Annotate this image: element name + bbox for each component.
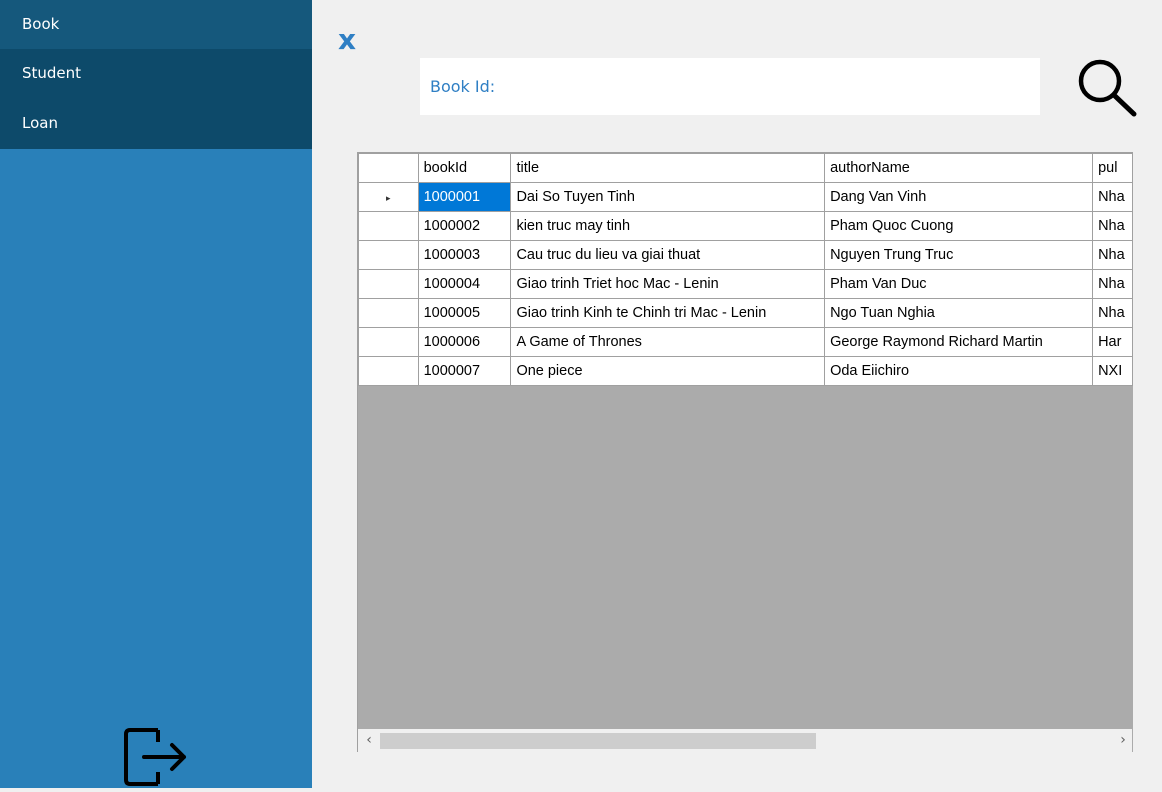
table-cell-title[interactable]: kien truc may tinh	[510, 211, 826, 241]
book-id-input[interactable]	[516, 68, 1030, 106]
books-data-grid[interactable]: bookId title authorName pul ▸ 1000001 Da…	[357, 152, 1133, 752]
table-cell-publisher[interactable]: Har	[1092, 327, 1133, 357]
table-cell-author[interactable]: George Raymond Richard Martin	[824, 327, 1094, 357]
table-row[interactable]: 1000007 One piece Oda Eiichiro NXI	[358, 356, 1133, 386]
logout-icon	[124, 728, 186, 786]
column-header[interactable]: pul	[1092, 153, 1133, 183]
books-table: bookId title authorName pul ▸ 1000001 Da…	[358, 153, 1133, 386]
current-row-icon: ▸	[386, 193, 391, 203]
table-row[interactable]: 1000005 Giao trinh Kinh te Chinh tri Mac…	[358, 298, 1133, 328]
row-header[interactable]	[358, 327, 419, 357]
table-cell-publisher[interactable]: NXI	[1092, 356, 1133, 386]
search-button[interactable]	[1074, 56, 1140, 118]
row-header[interactable]	[358, 269, 419, 299]
close-button[interactable]: x	[338, 20, 356, 60]
scroll-right-icon[interactable]: ›	[1116, 732, 1130, 749]
column-header[interactable]: bookId	[417, 153, 512, 183]
table-cell-author[interactable]: Pham Quoc Cuong	[824, 211, 1094, 241]
row-header-corner[interactable]	[358, 153, 419, 183]
table-cell-bookid[interactable]: 1000003	[417, 240, 512, 270]
sidebar-item-loan[interactable]: Loan	[0, 99, 312, 149]
table-cell-publisher[interactable]: Nha	[1092, 269, 1133, 299]
sidebar: Book Student Loan	[0, 0, 312, 788]
table-cell-author[interactable]: Ngo Tuan Nghia	[824, 298, 1094, 328]
table-cell-bookid[interactable]: 1000007	[417, 356, 512, 386]
table-cell-title[interactable]: A Game of Thrones	[510, 327, 826, 357]
table-cell-bookid[interactable]: 1000002	[417, 211, 512, 241]
table-cell-author[interactable]: Oda Eiichiro	[824, 356, 1094, 386]
table-cell-bookid[interactable]: 1000005	[417, 298, 512, 328]
table-cell-bookid[interactable]: 1000001	[417, 182, 512, 212]
row-header[interactable]: ▸	[358, 182, 419, 212]
logout-button[interactable]	[120, 722, 192, 788]
search-label: Book Id:	[430, 77, 496, 96]
scrollbar-thumb[interactable]	[380, 733, 816, 749]
column-header[interactable]: authorName	[824, 153, 1094, 183]
table-cell-title[interactable]: Giao trinh Kinh te Chinh tri Mac - Lenin	[510, 298, 826, 328]
table-cell-author[interactable]: Nguyen Trung Truc	[824, 240, 1094, 270]
table-row[interactable]: 1000006 A Game of Thrones George Raymond…	[358, 327, 1133, 357]
table-row[interactable]: 1000002 kien truc may tinh Pham Quoc Cuo…	[358, 211, 1133, 241]
sidebar-menu: Book Student Loan	[0, 0, 312, 149]
table-cell-publisher[interactable]: Nha	[1092, 211, 1133, 241]
horizontal-scrollbar[interactable]: ‹ ›	[358, 729, 1132, 752]
column-header[interactable]: title	[510, 153, 826, 183]
sidebar-item-student[interactable]: Student	[0, 49, 312, 99]
table-cell-author[interactable]: Pham Van Duc	[824, 269, 1094, 299]
row-header[interactable]	[358, 356, 419, 386]
table-cell-title[interactable]: Giao trinh Triet hoc Mac - Lenin	[510, 269, 826, 299]
table-cell-bookid[interactable]: 1000006	[417, 327, 512, 357]
table-cell-title[interactable]: One piece	[510, 356, 826, 386]
table-row[interactable]: 1000003 Cau truc du lieu va giai thuat N…	[358, 240, 1133, 270]
search-box: Book Id:	[420, 58, 1040, 115]
search-icon	[1078, 59, 1137, 117]
row-header[interactable]	[358, 211, 419, 241]
table-cell-author[interactable]: Dang Van Vinh	[824, 182, 1094, 212]
table-cell-publisher[interactable]: Nha	[1092, 182, 1133, 212]
sidebar-item-label: Student	[22, 64, 82, 82]
table-cell-publisher[interactable]: Nha	[1092, 298, 1133, 328]
row-header[interactable]	[358, 298, 419, 328]
row-header[interactable]	[358, 240, 419, 270]
table-header-row: bookId title authorName pul	[358, 153, 1133, 183]
sidebar-item-label: Loan	[22, 114, 58, 132]
sidebar-item-book[interactable]: Book	[0, 0, 312, 49]
table-cell-title[interactable]: Cau truc du lieu va giai thuat	[510, 240, 826, 270]
table-row[interactable]: 1000004 Giao trinh Triet hoc Mac - Lenin…	[358, 269, 1133, 299]
table-cell-bookid[interactable]: 1000004	[417, 269, 512, 299]
table-cell-publisher[interactable]: Nha	[1092, 240, 1133, 270]
table-row[interactable]: ▸ 1000001 Dai So Tuyen Tinh Dang Van Vin…	[358, 182, 1133, 212]
sidebar-item-label: Book	[22, 15, 60, 33]
table-cell-title[interactable]: Dai So Tuyen Tinh	[510, 182, 826, 212]
scroll-left-icon[interactable]: ‹	[362, 732, 376, 749]
